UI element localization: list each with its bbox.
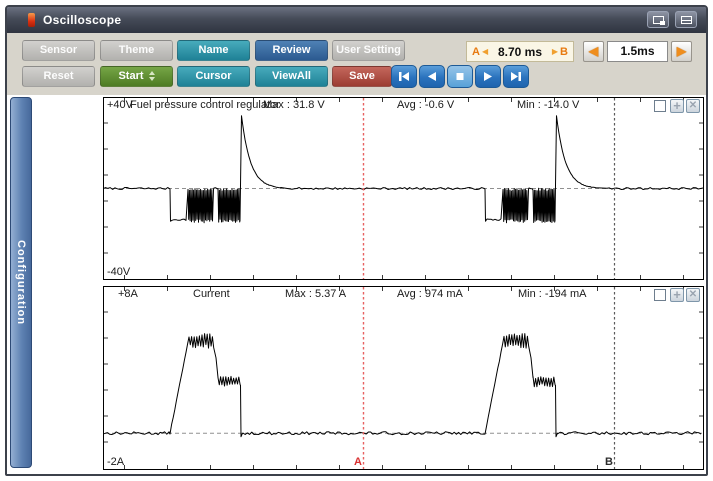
scope-display-area: Configuration +40V Fuel pressure control… — [7, 95, 706, 474]
channel-1-voltage: +40V Fuel pressure control regulator Max… — [103, 97, 704, 280]
skip-to-start-icon — [397, 71, 411, 82]
sensor-button[interactable]: Sensor — [22, 40, 95, 61]
channel-display-checkbox[interactable] — [654, 289, 666, 301]
oscilloscope-app-icon — [28, 13, 35, 27]
channel-display-checkbox[interactable] — [654, 100, 666, 112]
max-value-label: Max : 31.8 V — [263, 99, 325, 111]
skip-to-end-button[interactable] — [503, 65, 529, 88]
cursor-delta-readout: A ◀ 8.70 ms ▶ B — [466, 41, 574, 62]
right-triangle-icon: ▶ — [550, 47, 560, 56]
window-restore-icon[interactable] — [647, 11, 669, 28]
play-button[interactable] — [475, 65, 501, 88]
name-button[interactable]: Name — [177, 40, 250, 61]
timebase-value[interactable]: 1.5ms — [607, 41, 668, 62]
step-back-button[interactable] — [419, 65, 445, 88]
scale-bottom-label: -2A — [107, 456, 124, 468]
channel-name-label: Current — [193, 288, 230, 300]
channel-add-button[interactable]: + — [670, 99, 684, 113]
window-minimize-icon[interactable] — [675, 11, 697, 28]
transport-controls — [391, 65, 529, 88]
cursor-delta-value: 8.70 ms — [490, 45, 550, 59]
channel-plot-area[interactable] — [103, 97, 704, 280]
channel-name-label: Fuel pressure control regulator — [130, 99, 280, 111]
stop-icon — [453, 71, 467, 82]
start-spinner-icon[interactable] — [149, 71, 155, 81]
channel-close-button[interactable]: ✕ — [686, 99, 700, 113]
cursor-a-label[interactable]: A — [354, 456, 362, 468]
channel-close-button[interactable]: ✕ — [686, 288, 700, 302]
viewall-button[interactable]: ViewAll — [255, 66, 328, 87]
min-value-label: Min : -194 mA — [518, 288, 586, 300]
window-title: Oscilloscope — [43, 13, 121, 27]
oscilloscope-window: Oscilloscope Sensor Theme Name Review Us… — [5, 5, 708, 476]
skip-to-start-button[interactable] — [391, 65, 417, 88]
toolbar: Sensor Theme Name Review User Setting Re… — [7, 33, 706, 95]
channel-2-current: +8A Current Max : 5.37 A Avg : 974 mA Mi… — [103, 286, 704, 470]
max-value-label: Max : 5.37 A — [285, 288, 346, 300]
configuration-tab[interactable]: Configuration — [10, 97, 32, 468]
avg-value-label: Avg : 974 mA — [397, 288, 463, 300]
start-button[interactable]: Start — [100, 66, 173, 87]
a-marker-label: A — [472, 46, 480, 58]
stop-button[interactable] — [447, 65, 473, 88]
cursor-button[interactable]: Cursor — [177, 66, 250, 87]
titlebar: Oscilloscope — [7, 7, 706, 33]
skip-to-end-icon — [509, 71, 523, 82]
timebase-increase-button[interactable]: ▶ — [671, 41, 692, 62]
play-icon — [481, 71, 495, 82]
save-button[interactable]: Save — [332, 66, 392, 87]
scale-bottom-label: -40V — [107, 266, 130, 278]
left-triangle-icon: ◀ — [480, 47, 490, 56]
scale-top-label: +8A — [118, 288, 138, 300]
theme-button[interactable]: Theme — [100, 40, 173, 61]
channel-plot-area[interactable] — [103, 286, 704, 470]
channel-add-button[interactable]: + — [670, 288, 684, 302]
user-setting-button[interactable]: User Setting — [332, 40, 405, 61]
cursor-b-label[interactable]: B — [605, 456, 613, 468]
avg-value-label: Avg : -0.6 V — [397, 99, 454, 111]
configuration-tab-label: Configuration — [15, 240, 27, 325]
reset-button[interactable]: Reset — [22, 66, 95, 87]
min-value-label: Min : -14.0 V — [517, 99, 579, 111]
review-button[interactable]: Review — [255, 40, 328, 61]
b-marker-label: B — [560, 46, 568, 58]
timebase-decrease-button[interactable]: ◀ — [583, 41, 604, 62]
step-back-icon — [425, 71, 439, 82]
